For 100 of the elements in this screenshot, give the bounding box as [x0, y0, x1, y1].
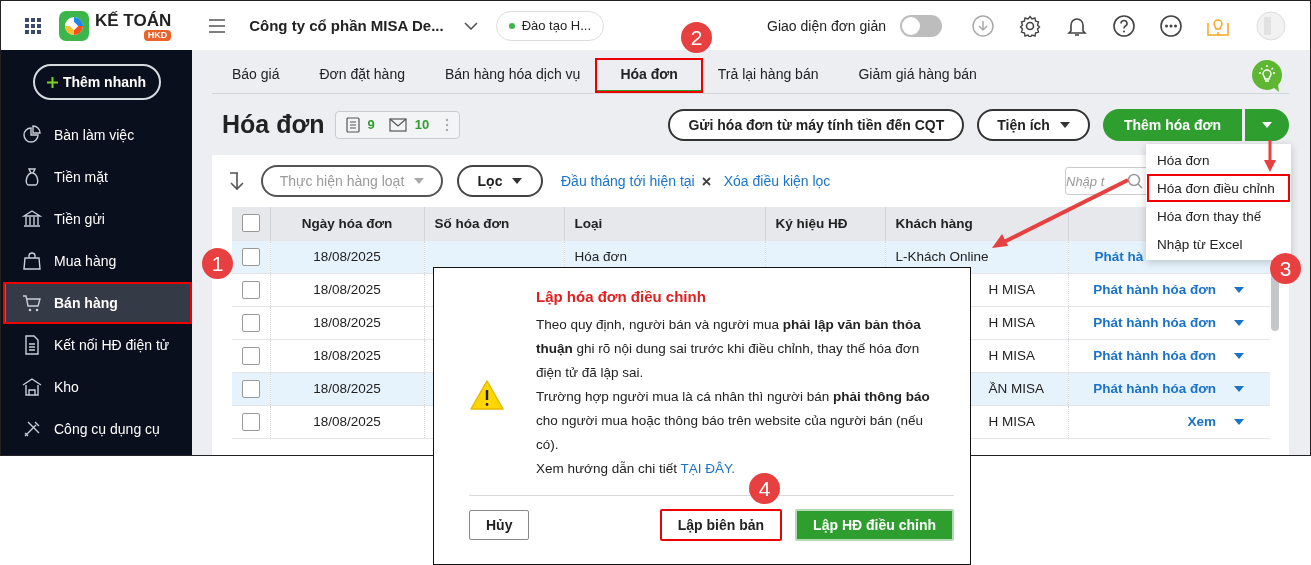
tab[interactable]: Hóa đơn [595, 58, 703, 93]
mail-icon [388, 117, 407, 132]
toggle-switch[interactable] [900, 14, 942, 37]
action-link[interactable]: Phát hành hóa đơn [1093, 315, 1216, 330]
help-icon[interactable] [1113, 14, 1135, 37]
tab[interactable]: Báo giá [212, 58, 300, 93]
dialog-title: Lập hóa đơn điều chỉnh [536, 288, 707, 305]
column-header: Số hóa đơn [424, 207, 564, 240]
clear-filter-link[interactable]: Xóa điều kiện lọc [723, 173, 831, 189]
menu-item[interactable]: Hóa đơn thay thế [1147, 202, 1290, 230]
guide-text: Xem hướng dẫn chi tiết [536, 461, 677, 476]
table-cell: Hóa đơn [574, 249, 627, 264]
apps-grid-icon[interactable] [25, 17, 41, 34]
bank-icon [22, 209, 42, 229]
caret-icon [414, 178, 425, 184]
column-header: Ký hiệu HĐ [765, 207, 885, 240]
table-cell: H MISA [988, 315, 1035, 330]
count: 10 [414, 117, 430, 132]
brand-badge: HKD [143, 29, 172, 41]
kebab-icon[interactable] [445, 117, 450, 132]
quick-add-button[interactable]: Thêm nhanh [32, 64, 161, 100]
sidebar-item[interactable]: Bàn làm việc [3, 114, 192, 156]
brand-name: KẾ TOÁN [95, 10, 172, 31]
caret-icon [1234, 319, 1244, 326]
column-header: Ngày hóa đơn [270, 207, 424, 240]
record-button[interactable]: Lập biên bản [659, 509, 783, 541]
dropdown-button[interactable] [1245, 108, 1289, 141]
logo-icon [59, 10, 89, 41]
table-cell: 18/08/2025 [313, 414, 381, 429]
filter-button[interactable]: Lọc [457, 165, 543, 197]
search-field[interactable]: Nhập t [1065, 167, 1149, 195]
checkbox[interactable] [241, 247, 260, 266]
action-link[interactable]: Phát hành hóa đơn [1093, 282, 1216, 297]
tab[interactable]: Đơn đặt hàng [299, 58, 425, 93]
lightbulb-icon[interactable] [1251, 58, 1283, 93]
caret-icon [1234, 418, 1244, 425]
sidebar-item[interactable]: Công cụ dụng cụ [3, 408, 192, 450]
column-header: Khách hàng [885, 207, 1068, 240]
checkbox[interactable] [241, 412, 260, 431]
action-link[interactable]: Xem [1187, 414, 1216, 429]
plus-icon [46, 76, 58, 88]
column-header: Loại [564, 207, 765, 240]
table-cell: H MISA [988, 348, 1035, 363]
sidebar-item[interactable]: Kho [3, 366, 192, 408]
search-icon [1127, 173, 1143, 189]
action-link[interactable]: Phát hành hóa đơn [1093, 348, 1216, 363]
checkbox[interactable] [241, 313, 260, 332]
sort-icon[interactable] [228, 171, 246, 191]
table-cell: 18/08/2025 [313, 315, 381, 330]
cancel-button[interactable]: Hủy [469, 510, 530, 540]
send-button[interactable]: Gửi hóa đơn từ máy tính tiền đến CQT [668, 108, 965, 141]
close-icon[interactable] [701, 176, 711, 186]
caret-icon [1059, 121, 1070, 128]
dialog-text: Trường hợp người mua là cá nhân thì người bán phải thông báo cho người mua hoặc thông báo trên website của người bán (nếu có). [536, 388, 931, 454]
count: 9 [367, 117, 375, 132]
caret-icon [1234, 286, 1244, 293]
cart-icon [22, 293, 42, 313]
sidebar-item[interactable]: Mua hàng [3, 240, 192, 282]
menu-item[interactable]: Hóa đơn điều chỉnh [1147, 174, 1290, 202]
table-cell: 18/08/2025 [313, 381, 381, 396]
settings-icon[interactable] [1019, 14, 1041, 37]
table-cell: H MISA [988, 282, 1035, 297]
guide-link[interactable]: TẠI ĐÂY. [680, 461, 735, 476]
caret-icon [512, 178, 523, 184]
sidebar-item[interactable]: Bán hàng [3, 282, 192, 324]
warning-icon [469, 378, 505, 411]
simple-mode-label: Giao diện đơn giản [767, 17, 886, 34]
document-icon [22, 335, 42, 355]
tab[interactable]: Giảm giá hàng bán [838, 58, 997, 93]
sidebar-item[interactable]: Tiền mặt [3, 156, 192, 198]
tools-icon [22, 419, 42, 439]
table-cell: ẦN MISA [988, 381, 1044, 396]
menu-item[interactable]: Hóa đơn [1147, 146, 1290, 174]
filter-chip[interactable]: Đầu tháng tới hiện tại [561, 173, 695, 189]
table-cell: L-Khách Online [895, 249, 989, 264]
caret-icon [1262, 121, 1272, 128]
caret-icon [1234, 385, 1244, 392]
table-cell: 18/08/2025 [313, 249, 381, 264]
checkbox[interactable] [241, 280, 260, 299]
action-link[interactable]: Phát hà [1094, 249, 1144, 264]
shopping-bag-icon [22, 251, 42, 271]
utilities-button[interactable]: Tiện ích [977, 108, 1090, 141]
table-cell: 18/08/2025 [313, 282, 381, 297]
checkbox[interactable] [241, 379, 260, 398]
checkbox[interactable] [241, 214, 260, 233]
sidebar-item[interactable]: Kết nối HĐ điện tử [3, 324, 192, 366]
checkbox[interactable] [241, 346, 260, 365]
company-name[interactable]: Công ty cổ phần MISA De... [249, 17, 444, 34]
caret-icon [1234, 352, 1244, 359]
warehouse-icon [22, 377, 42, 397]
dialog-text: Theo quy định, người bán và người mua phải lập văn bản thỏa thuận ghi rõ nội dung sai trước khi điều chỉnh, thay thế hóa đơn điện tử đã lập sai. [536, 316, 922, 382]
chart-icon [22, 125, 42, 145]
download-icon[interactable] [972, 14, 994, 37]
more-icon[interactable] [1160, 14, 1182, 37]
sidebar-item[interactable]: Tiền gửi [3, 198, 192, 240]
arrow [1263, 140, 1277, 172]
page-title: Hóa đơn [222, 110, 325, 139]
menu-icon[interactable] [209, 18, 226, 33]
document-icon [345, 116, 360, 133]
chevron-down-icon[interactable] [463, 21, 478, 30]
